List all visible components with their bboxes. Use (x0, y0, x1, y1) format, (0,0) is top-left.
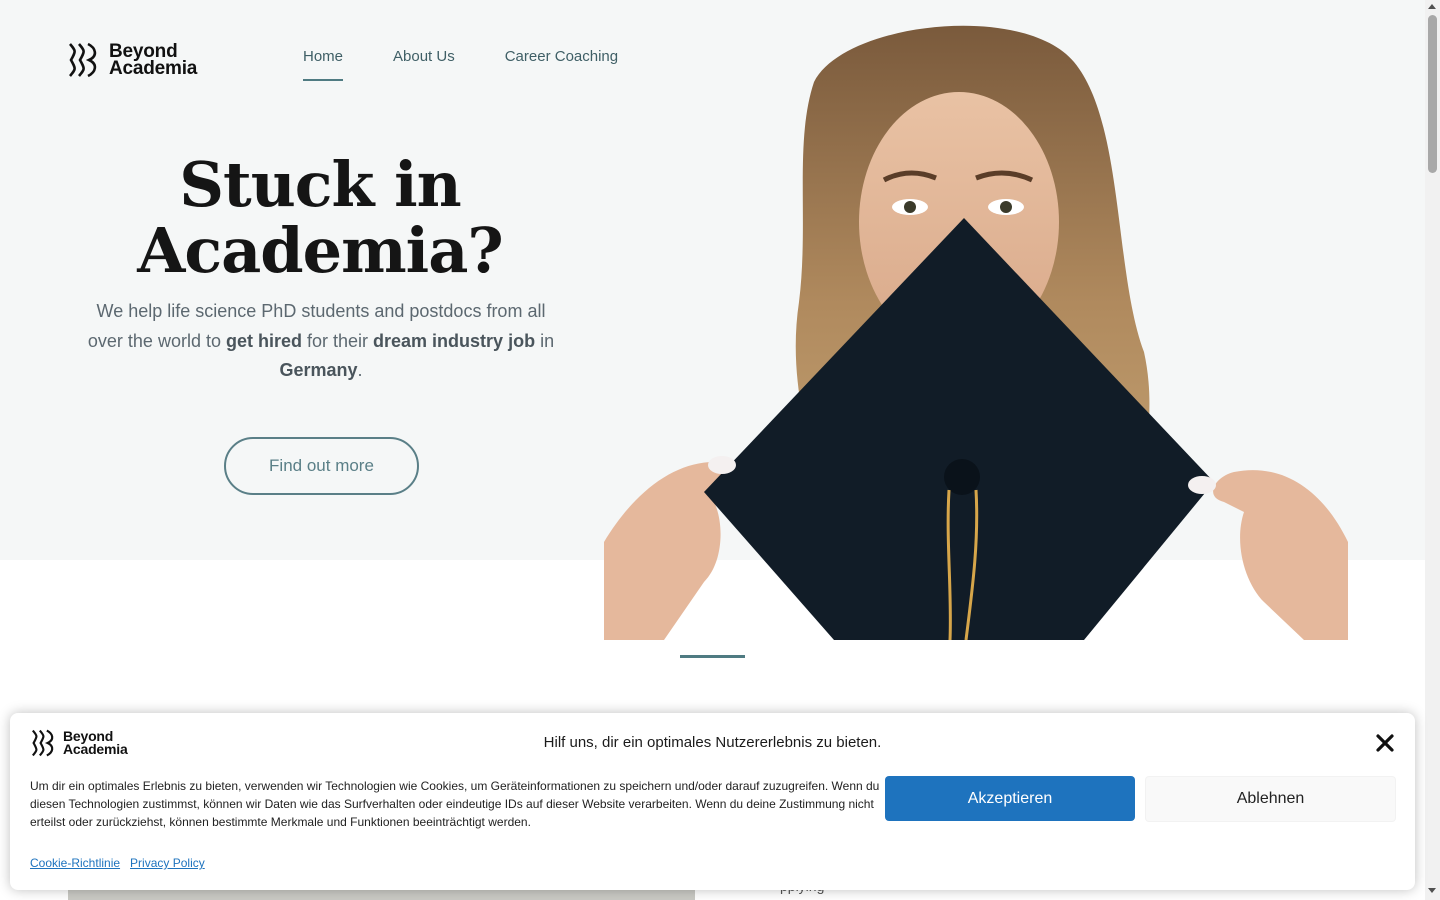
hero-sub-text-4: . (357, 360, 363, 380)
hero-sub-text-3: in (535, 330, 555, 351)
hero-sub-bold-2: dream industry job (373, 330, 536, 351)
cookie-consent-banner: Beyond Academia Hilf uns, dir ein optima… (10, 713, 1415, 890)
cookie-policy-link[interactable]: Cookie-Richtlinie (30, 856, 120, 870)
hero-subtitle: We help life science PhD students and po… (80, 297, 562, 386)
nav-about-us[interactable]: About Us (393, 48, 455, 81)
scroll-down-arrow-icon[interactable] (1428, 888, 1436, 893)
hero-title-line-1: Stuck in (179, 148, 461, 221)
logo-mark-icon (69, 42, 97, 78)
graduate-photo-icon (604, 25, 1348, 640)
privacy-policy-link[interactable]: Privacy Policy (130, 856, 205, 870)
hero-sub-bold-1: get hired (225, 330, 302, 351)
cookie-description: Um dir ein optimales Erlebnis zu bieten,… (30, 779, 880, 829)
hero-sub-bold-3: Germany (279, 360, 358, 380)
find-out-more-button[interactable]: Find out more (224, 437, 419, 495)
site-logo[interactable]: Beyond Academia (67, 42, 197, 78)
scroll-up-arrow-icon[interactable] (1428, 4, 1436, 9)
logo-text: Beyond Academia (109, 42, 198, 79)
section-divider (680, 655, 745, 658)
logo-line-2: Academia (109, 58, 198, 79)
cookie-title: Hilf uns, dir ein optimales Nutzererlebn… (543, 734, 882, 751)
accept-cookies-button[interactable]: Akzeptieren (885, 776, 1135, 821)
hero-sub-text-2: for their (302, 330, 374, 351)
scrollbar-thumb[interactable] (1428, 15, 1437, 173)
hero-image (604, 22, 1348, 640)
hero-title-line-2: Academia? (137, 214, 503, 287)
nav-career-coaching[interactable]: Career Coaching (505, 48, 618, 81)
close-icon[interactable] (1375, 733, 1395, 753)
deny-cookies-button[interactable]: Ablehnen (1145, 776, 1396, 822)
nav-home[interactable]: Home (303, 48, 344, 81)
cookie-links: Cookie-Richtlinie Privacy Policy (30, 856, 215, 870)
hero-title: Stuck in Academia? (70, 152, 570, 284)
